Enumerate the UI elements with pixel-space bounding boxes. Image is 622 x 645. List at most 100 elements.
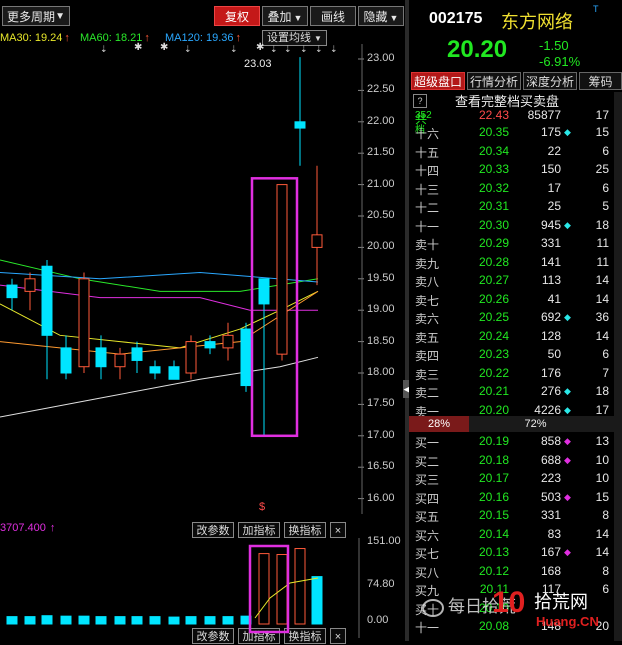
logo-number: 10	[492, 586, 526, 619]
bid-row[interactable]: 买七 20.13 167 ◆ 14	[409, 543, 622, 561]
ask-level-label: 十六	[415, 127, 440, 141]
ask-volume: 17	[547, 180, 561, 195]
ask-row[interactable]: 十二 20.31 25 5	[409, 197, 622, 215]
bid-row[interactable]: 买二 20.18 688 ◆ 10	[409, 451, 622, 469]
stock-name-marker-icon: T	[593, 4, 599, 14]
ask-count: 15	[595, 125, 609, 139]
ask-volume: 41	[547, 291, 561, 306]
bid-row[interactable]: 买五 20.15 331 8	[409, 506, 622, 524]
candle-body	[240, 328, 252, 387]
ask-row[interactable]: 卖四 20.23 50 6	[409, 345, 622, 363]
highlight-box	[250, 177, 299, 438]
ask-row[interactable]: 卖十 20.29 331 11	[409, 234, 622, 252]
indicator-bar	[114, 616, 126, 625]
panel-scrollbar[interactable]	[614, 92, 622, 641]
ask-count: 25	[595, 162, 609, 176]
tab-chips[interactable]: 筹码	[579, 72, 622, 90]
ask-count: 14	[595, 291, 609, 306]
diamond-icon: ◆	[564, 404, 571, 415]
candle-body	[222, 334, 234, 349]
price-tick-label: 19.50	[367, 271, 395, 284]
bid-level-label: 买二	[415, 454, 440, 469]
fuquan-button[interactable]: 复权	[214, 6, 260, 26]
hide-button[interactable]: 隐藏 ▼	[358, 6, 404, 26]
ask-row[interactable]: 十五 20.34 22 6	[409, 142, 622, 160]
ask-count: 18	[595, 384, 609, 398]
ask-row[interactable]: 十一 20.30 945 ◆ 18	[409, 216, 622, 234]
ask-row[interactable]: 卖三 20.22 176 7	[409, 364, 622, 382]
ask-volume: 331	[540, 236, 561, 250]
ask-level-label: 卖五	[415, 330, 440, 345]
bid-level-label: 买四	[415, 491, 440, 506]
price-tick-label: 21.50	[367, 146, 395, 159]
dropdown-icon: ▼	[389, 13, 399, 23]
ask-row[interactable]: 卖五 20.24 128 14	[409, 327, 622, 345]
bid-volume: 223	[540, 471, 561, 485]
switch-indicator-button[interactable]: 换指标	[284, 522, 326, 538]
ask-count: 17	[595, 402, 609, 417]
bid-row[interactable]: 买一 20.19 858 ◆ 13	[409, 432, 622, 450]
candlestick-chart[interactable]	[0, 44, 405, 514]
ask-row[interactable]: 卖六 20.25 692 ◆ 36	[409, 308, 622, 326]
bid-volume: 83	[547, 526, 561, 541]
indicator-bar	[6, 616, 18, 625]
candle-body	[24, 278, 36, 292]
tab-super-quote[interactable]: 超级盘口	[411, 72, 465, 90]
ask-row[interactable]: 十三 20.32 17 6	[409, 179, 622, 197]
bid-count: 8	[602, 563, 609, 578]
ask-row[interactable]: 卖七 20.26 41 14	[409, 290, 622, 308]
add-indicator-button[interactable]: 加指标	[238, 522, 280, 538]
candles	[6, 57, 323, 436]
ask-count: 6	[602, 180, 609, 195]
bid-row[interactable]: 买三 20.17 223 10	[409, 469, 622, 487]
period-select[interactable]: 更多周期 ▼	[2, 6, 70, 26]
ratio-bar: 28% 72%	[409, 416, 622, 432]
ask-level-label: 卖二	[415, 386, 440, 400]
ask-row[interactable]: 十四 20.33 150 25	[409, 160, 622, 178]
bid-row[interactable]: 买四 20.16 503 ◆ 15	[409, 488, 622, 506]
bid-count: 10	[595, 471, 609, 485]
bid-count: 14	[595, 545, 609, 559]
diamond-icon: ◆	[564, 312, 571, 322]
indicator-chart[interactable]	[0, 538, 360, 638]
bid-volume: 331	[540, 508, 561, 522]
tab-deep-analysis[interactable]: 深度分析	[523, 72, 577, 90]
bid-price: 20.12	[478, 563, 509, 578]
ask-volume: 176	[540, 365, 561, 380]
ask-level-label: 十二	[415, 201, 440, 215]
ask-level-label: 卖八	[415, 275, 440, 289]
chart-grid	[358, 44, 364, 514]
ask-price: 20.25	[478, 310, 509, 324]
ask-volume: 276	[540, 384, 561, 398]
ask-row[interactable]: 卖九 20.28 141 11	[409, 253, 622, 271]
ask-row[interactable]: 卖二 20.21 276 ◆ 18	[409, 382, 622, 400]
ask-level-label: 十五	[415, 145, 440, 160]
ask-level-label: 十三	[415, 182, 440, 197]
ask-level-label: 卖十	[415, 238, 440, 252]
indicator-bar	[149, 616, 161, 625]
ask-level-label: 卖三	[415, 367, 440, 382]
bid-row[interactable]: 买八 20.12 168 8	[409, 562, 622, 580]
indicator-axis-mid: 74.80	[367, 578, 395, 590]
bid-row[interactable]: 买六 20.14 83 14	[409, 525, 622, 543]
close-indicator-button[interactable]: ×	[330, 522, 346, 538]
ask-count: 36	[595, 310, 609, 324]
indicator-bar	[95, 616, 107, 625]
draw-line-button[interactable]: 画线	[310, 6, 356, 26]
ask-row[interactable]: 十六 20.35 175 ◆ 15	[409, 123, 622, 141]
bid-count: 10	[595, 452, 609, 467]
price-tick-label: 17.50	[367, 397, 395, 410]
ask-volume: 128	[540, 328, 561, 343]
stock-code: 002175	[429, 10, 483, 27]
candle-body	[258, 278, 270, 305]
indicator-axis-bottom: 0.00	[367, 614, 389, 626]
bid-volume: 503	[540, 489, 561, 504]
ask-price: 20.29	[478, 236, 509, 250]
bid-level-label: 买三	[415, 473, 440, 487]
tab-market-analysis[interactable]: 行情分析	[467, 72, 521, 90]
ask-count: 7	[602, 365, 609, 380]
change-params-button[interactable]: 改参数	[192, 522, 234, 538]
overlay-button[interactable]: 叠加 ▼	[262, 6, 308, 26]
logo-sub: Huang.CN	[536, 614, 599, 629]
ask-row[interactable]: 卖八 20.27 113 14	[409, 271, 622, 289]
